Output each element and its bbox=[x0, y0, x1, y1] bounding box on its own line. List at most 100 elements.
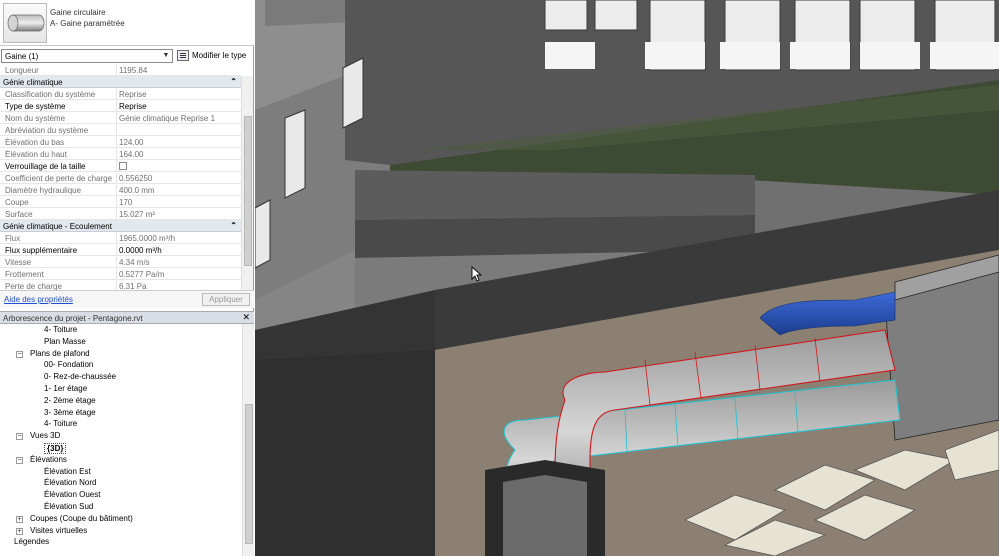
property-key: Nom du système bbox=[5, 114, 66, 123]
chevron-down-icon[interactable]: ▼ bbox=[161, 51, 171, 61]
tree-item[interactable]: Élévation Est bbox=[0, 466, 242, 478]
property-value[interactable]: 6.31 Pa bbox=[116, 280, 241, 290]
property-key: Perte de charge bbox=[5, 282, 62, 290]
property-value[interactable]: 124.00 bbox=[116, 136, 241, 147]
type-selector[interactable]: Gaine circulaire A- Gaine paramétrée bbox=[0, 0, 254, 46]
collapse-icon[interactable]: − bbox=[16, 350, 23, 358]
property-row[interactable]: Abréviation du système bbox=[0, 124, 241, 136]
collapse-icon[interactable]: ⌃ bbox=[230, 77, 237, 86]
tree-item-label: 3- 3ème étage bbox=[44, 407, 96, 417]
property-row[interactable]: Flux 1965.0000 m³/h bbox=[0, 232, 241, 244]
tree-item[interactable]: − Plans de plafond bbox=[0, 348, 242, 360]
section-title: Génie climatique bbox=[3, 78, 63, 87]
collapse-icon[interactable]: − bbox=[16, 433, 23, 441]
tree-item-label: 4- Toiture bbox=[44, 325, 78, 334]
project-browser-scrollbar[interactable] bbox=[242, 324, 254, 556]
flux-value[interactable]: 1965.0000 m³/h bbox=[116, 232, 241, 243]
expand-icon[interactable]: + bbox=[16, 515, 23, 523]
edit-type-button[interactable]: Modifier le type bbox=[192, 51, 246, 60]
property-row[interactable]: Élévation du haut 164.00 bbox=[0, 148, 241, 160]
tree-item[interactable]: 00- Fondation bbox=[0, 359, 242, 371]
tree-item[interactable]: Élévation Ouest bbox=[0, 489, 242, 501]
properties-grid: Longueur 1195.84 Génie climatique ⌃ Clas… bbox=[0, 64, 241, 290]
property-row[interactable]: Flux supplémentaire 0.0000 m³/h bbox=[0, 244, 241, 256]
property-value[interactable]: 15.027 m² bbox=[116, 208, 241, 219]
tree-item-label: Vues 3D bbox=[30, 431, 61, 441]
tree-item[interactable]: Légendes bbox=[0, 536, 242, 548]
close-icon[interactable]: ✕ bbox=[242, 312, 250, 323]
property-row[interactable]: Diamètre hydraulique 400.0 mm bbox=[0, 184, 241, 196]
property-value[interactable]: 0.556250 bbox=[116, 172, 241, 183]
tree-item[interactable]: 4- Toiture bbox=[0, 324, 242, 336]
property-key: Surface bbox=[5, 210, 33, 219]
tree-item[interactable]: + Visites virtuelles bbox=[0, 525, 242, 537]
property-value[interactable]: 400.0 mm bbox=[116, 184, 241, 195]
project-browser-title-text: Arborescence du projet - Pentagone.rvt bbox=[3, 314, 143, 323]
tree-item-label: Visites virtuelles bbox=[30, 525, 88, 535]
property-row[interactable]: Type de système Reprise bbox=[0, 100, 241, 112]
tree-item[interactable]: 0- Rez-de-chaussée bbox=[0, 371, 242, 383]
property-row[interactable]: Coupe 170 bbox=[0, 196, 241, 208]
section-title: Génie climatique - Ecoulement bbox=[3, 222, 112, 231]
size-lock-checkbox[interactable] bbox=[119, 162, 127, 170]
arrow-cursor-icon bbox=[471, 266, 483, 282]
edit-type-icon[interactable] bbox=[177, 50, 189, 61]
collapse-icon[interactable]: ⌃ bbox=[230, 221, 237, 230]
tree-item-label: Plans de plafond bbox=[30, 348, 90, 358]
property-key: Type de système bbox=[5, 102, 66, 111]
scroll-thumb[interactable] bbox=[245, 404, 253, 544]
property-row[interactable]: Frottement 0.5277 Pa/m bbox=[0, 268, 241, 280]
property-row[interactable]: Élévation du bas 124.00 bbox=[0, 136, 241, 148]
property-value[interactable]: 170 bbox=[116, 196, 241, 207]
properties-help-link[interactable]: Aide des propriétés bbox=[4, 295, 73, 304]
tree-item[interactable]: Plan Masse bbox=[0, 336, 242, 348]
collapse-icon[interactable]: − bbox=[16, 456, 23, 464]
property-value[interactable]: 0.0000 m³/h bbox=[116, 244, 241, 255]
tree-item[interactable]: Élévation Nord bbox=[0, 477, 242, 489]
tree-item[interactable]: 2- 2ème étage bbox=[0, 395, 242, 407]
property-row[interactable]: Classification du système Reprise bbox=[0, 88, 241, 100]
instance-filter-value: Gaine (1) bbox=[5, 52, 39, 61]
tree-item-label: Légendes bbox=[14, 537, 50, 547]
property-row[interactable]: Vitesse 4.34 m/s bbox=[0, 256, 241, 268]
property-row[interactable]: Coefficient de perte de charge 0.556250 bbox=[0, 172, 241, 184]
property-key: Coefficient de perte de charge bbox=[5, 174, 113, 183]
tree-item-label: Élévation Sud bbox=[44, 501, 94, 511]
property-value[interactable]: Génie climatique Reprise 1 bbox=[116, 112, 241, 123]
tree-item-label: Élévation Ouest bbox=[44, 490, 101, 500]
tree-item-label: 00- Fondation bbox=[44, 360, 94, 370]
properties-scrollbar[interactable] bbox=[241, 76, 253, 290]
tree-item[interactable]: − Élévations bbox=[0, 454, 242, 466]
property-value[interactable]: 4.34 m/s bbox=[116, 256, 241, 267]
tree-item[interactable]: − Vues 3D bbox=[0, 430, 242, 442]
tree-item[interactable]: 4- Toiture bbox=[0, 418, 242, 430]
property-value[interactable]: 164.00 bbox=[116, 148, 241, 159]
property-row[interactable]: Perte de charge 6.31 Pa bbox=[0, 280, 241, 290]
tree-item[interactable]: 3- 3ème étage bbox=[0, 407, 242, 419]
property-value[interactable]: Reprise bbox=[116, 88, 241, 99]
property-row[interactable]: Nom du système Génie climatique Reprise … bbox=[0, 112, 241, 124]
instance-selector-row: Gaine (1) ▼ Modifier le type bbox=[0, 48, 254, 64]
expand-icon[interactable]: + bbox=[16, 527, 23, 535]
3d-scene bbox=[255, 0, 999, 556]
tree-item[interactable]: + Coupes (Coupe du bâtiment) bbox=[0, 513, 242, 525]
property-value[interactable]: 1195.84 bbox=[116, 64, 241, 75]
property-value[interactable]: Reprise bbox=[116, 100, 241, 111]
property-row[interactable]: Longueur 1195.84 bbox=[0, 64, 241, 76]
scroll-thumb[interactable] bbox=[244, 116, 252, 266]
tree-item[interactable]: {3D} bbox=[0, 442, 242, 454]
apply-button[interactable]: Appliquer bbox=[202, 293, 250, 306]
section-header-flow[interactable]: Génie climatique - Ecoulement ⌃ bbox=[0, 220, 241, 232]
tree-item[interactable]: Élévation Sud bbox=[0, 501, 242, 513]
property-row[interactable]: Surface 15.027 m² bbox=[0, 208, 241, 220]
property-value[interactable]: 0.5277 Pa/m bbox=[116, 268, 241, 279]
properties-footer: Aide des propriétés Appliquer bbox=[0, 290, 254, 308]
section-header-genie[interactable]: Génie climatique ⌃ bbox=[0, 76, 241, 88]
instance-filter-dropdown[interactable]: Gaine (1) ▼ bbox=[1, 49, 173, 63]
property-row[interactable]: Verrouillage de la taille bbox=[0, 160, 241, 172]
3d-viewport[interactable] bbox=[255, 0, 999, 556]
tree-item[interactable]: 1- 1er étage bbox=[0, 383, 242, 395]
property-value[interactable] bbox=[116, 124, 241, 135]
property-key: Flux supplémentaire bbox=[5, 246, 78, 255]
tree-item-label: Élévation Nord bbox=[44, 478, 97, 488]
